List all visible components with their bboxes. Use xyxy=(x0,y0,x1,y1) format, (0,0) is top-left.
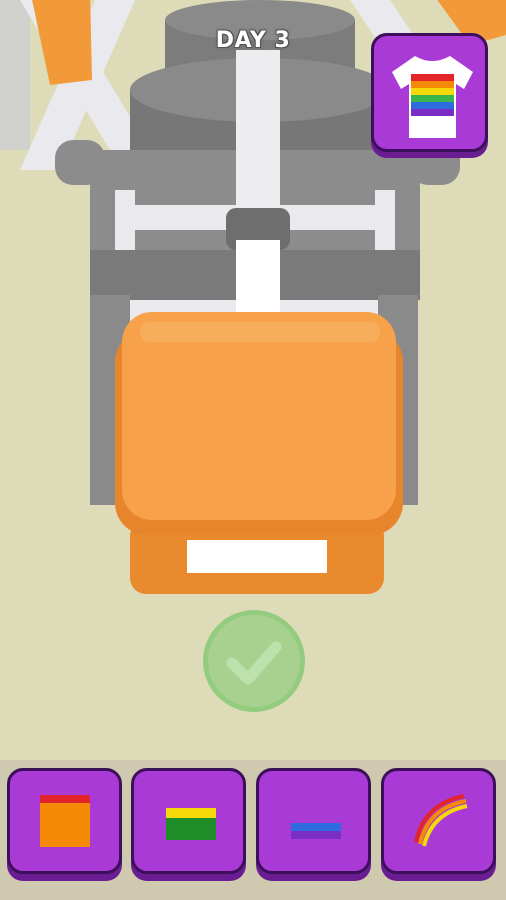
rainbow-shirt-icon xyxy=(392,56,473,138)
checkmark-icon xyxy=(226,641,282,685)
tool-button-orange-block[interactable] xyxy=(7,768,122,874)
shirt-stripe xyxy=(411,81,454,88)
shirt-stripe xyxy=(411,102,454,109)
confirm-button[interactable] xyxy=(203,610,305,712)
tool-button-rainbow-arc[interactable] xyxy=(381,768,496,874)
tool-button-yellow-green[interactable] xyxy=(131,768,246,874)
orange-block-red-top-icon xyxy=(40,795,90,847)
tool-button-blue-purple[interactable] xyxy=(256,768,371,874)
target-design-card xyxy=(371,33,488,152)
shirt-stripe xyxy=(411,95,454,102)
yellow-green-block-icon xyxy=(166,808,216,840)
shirt-stripe xyxy=(411,74,454,81)
rainbow-arc-icon xyxy=(414,794,468,847)
shirt-stripe xyxy=(411,88,454,95)
upper-press-pad xyxy=(115,312,403,535)
shirt-stripe xyxy=(411,109,454,116)
blue-purple-stripe-icon xyxy=(291,823,341,839)
